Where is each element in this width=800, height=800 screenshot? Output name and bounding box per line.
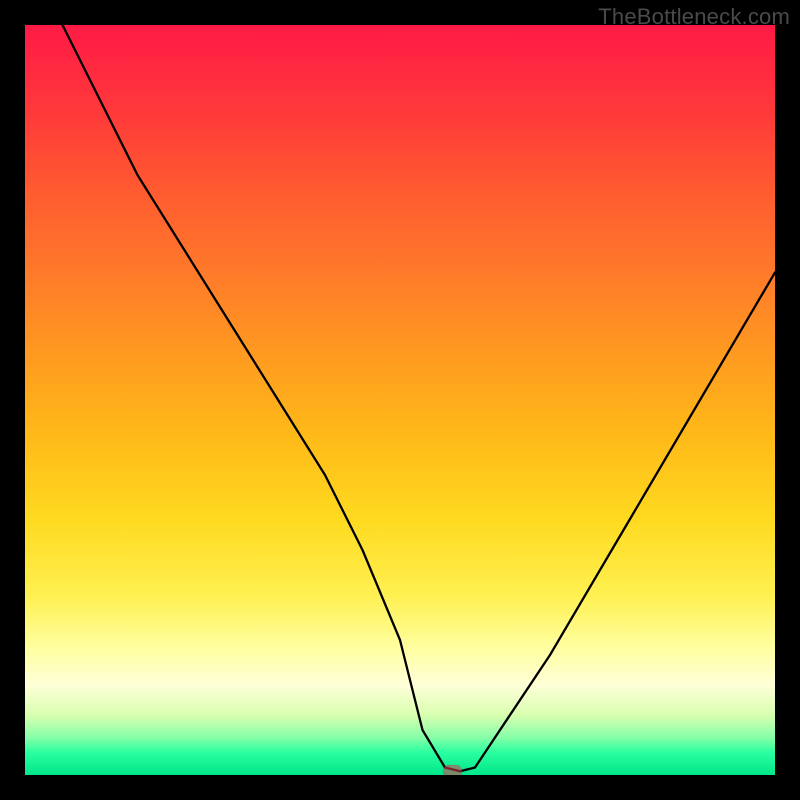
chart-frame: TheBottleneck.com [0,0,800,800]
chart-link[interactable] [25,25,775,775]
